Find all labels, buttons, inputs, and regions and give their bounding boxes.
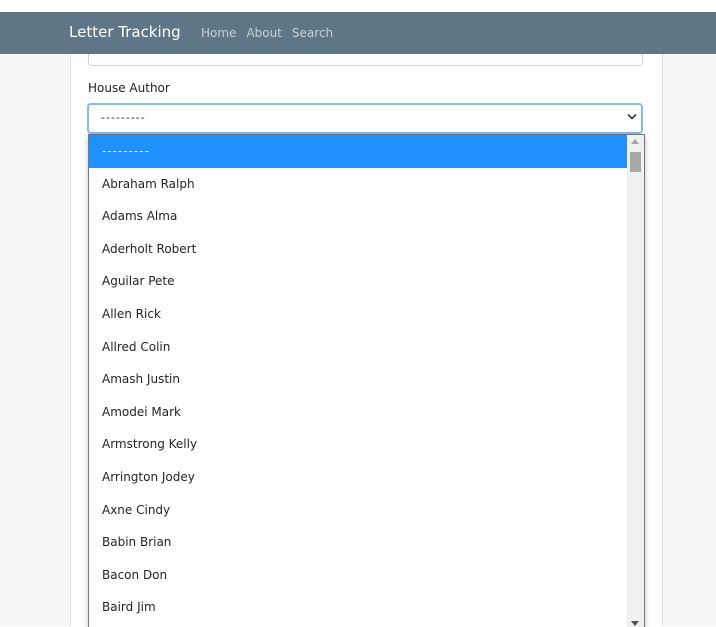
option-babin-brian[interactable]: Babin Brian <box>89 526 627 559</box>
option-axne-cindy[interactable]: Axne Cindy <box>89 494 627 527</box>
house-author-select[interactable]: --------- <box>87 103 643 134</box>
chevron-down-icon <box>627 114 637 120</box>
top-strip <box>0 0 716 12</box>
option-allen-rick[interactable]: Allen Rick <box>89 298 627 331</box>
option-aderholt-robert[interactable]: Aderholt Robert <box>89 233 627 266</box>
brand-title[interactable]: Letter Tracking <box>69 23 181 41</box>
scroll-down-arrow-icon[interactable] <box>631 621 639 626</box>
scrollbar-thumb[interactable] <box>630 152 641 172</box>
nav-link-about[interactable]: About <box>246 26 281 40</box>
select-current-value: --------- <box>101 111 146 124</box>
option-allred-colin[interactable]: Allred Colin <box>89 331 627 364</box>
scroll-up-arrow-icon[interactable] <box>631 139 639 144</box>
nav-link-home[interactable]: Home <box>201 26 236 40</box>
option-list: --------- Abraham Ralph Adams Alma Aderh… <box>89 135 627 624</box>
option-abraham-ralph[interactable]: Abraham Ralph <box>89 168 627 201</box>
option-amodei-mark[interactable]: Amodei Mark <box>89 396 627 429</box>
option-adams-alma[interactable]: Adams Alma <box>89 200 627 233</box>
nav-links: Home About Search <box>201 26 333 40</box>
navbar: Letter Tracking Home About Search <box>0 12 716 54</box>
option-aguilar-pete[interactable]: Aguilar Pete <box>89 265 627 298</box>
dropdown-scrollbar[interactable] <box>627 135 644 627</box>
nav-link-search[interactable]: Search <box>292 26 333 40</box>
house-author-label: House Author <box>88 81 170 95</box>
option-bacon-don[interactable]: Bacon Don <box>89 559 627 592</box>
option-amash-justin[interactable]: Amash Justin <box>89 363 627 396</box>
house-author-dropdown-list: --------- Abraham Ralph Adams Alma Aderh… <box>88 134 645 627</box>
option-baird-jim[interactable]: Baird Jim <box>89 591 627 624</box>
option-empty-selected[interactable]: --------- <box>89 135 627 168</box>
option-arrington-jodey[interactable]: Arrington Jodey <box>89 461 627 494</box>
previous-input-field[interactable] <box>88 54 643 66</box>
option-armstrong-kelly[interactable]: Armstrong Kelly <box>89 428 627 461</box>
